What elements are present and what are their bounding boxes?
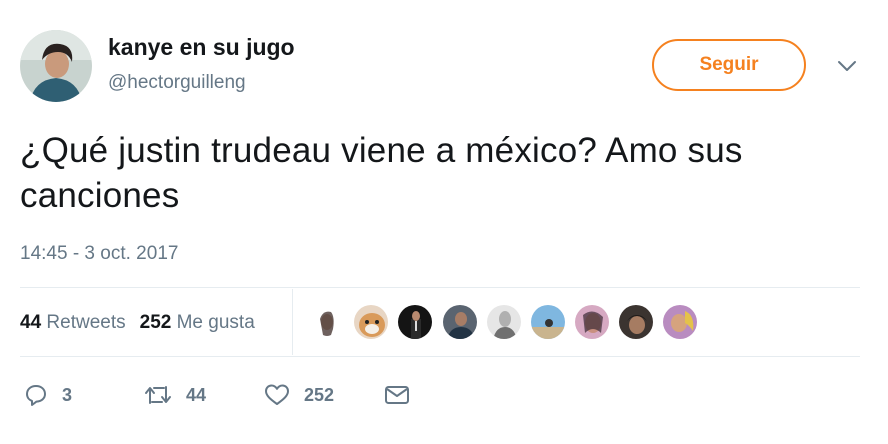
tweet-stats: 44 Retweets 252 Me gusta	[20, 312, 255, 334]
retweet-button[interactable]: 44	[144, 380, 206, 410]
liker-avatar[interactable]	[308, 304, 344, 340]
retweets-stat[interactable]: 44 Retweets	[20, 312, 126, 333]
liker-avatar[interactable]	[442, 304, 478, 340]
tweet-timestamp[interactable]: 14:45 - 3 oct. 2017	[20, 243, 178, 265]
avatar[interactable]	[20, 30, 92, 102]
heart-icon	[265, 384, 289, 405]
user-handle[interactable]: @hectorguilleng	[108, 72, 246, 94]
liker-avatar[interactable]	[662, 304, 698, 340]
direct-message-button[interactable]	[384, 380, 410, 410]
follow-button[interactable]: Seguir	[652, 39, 806, 91]
liker-avatar[interactable]	[574, 304, 610, 340]
divider-top	[20, 287, 860, 288]
liker-avatar[interactable]	[530, 304, 566, 340]
chevron-down-icon[interactable]	[834, 56, 860, 76]
likes-count: 252	[139, 312, 172, 333]
retweet-count: 44	[186, 384, 207, 405]
retweets-count: 44	[20, 312, 42, 333]
likes-label: Me gusta	[176, 312, 255, 333]
message-icon	[385, 386, 409, 404]
like-count: 252	[304, 384, 335, 405]
retweets-label: Retweets	[46, 312, 126, 333]
tweet-text: ¿Qué justin trudeau viene a méxico? Amo …	[20, 131, 743, 215]
liker-avatar[interactable]	[486, 304, 522, 340]
reply-count: 3	[62, 384, 73, 405]
liker-avatar[interactable]	[397, 304, 433, 340]
display-name[interactable]: kanye en su jugo	[108, 34, 295, 61]
reply-icon	[26, 385, 46, 406]
like-button[interactable]: 252	[264, 380, 334, 410]
likes-stat[interactable]: 252 Me gusta	[140, 312, 255, 333]
stats-divider	[292, 289, 293, 355]
liker-avatar[interactable]	[618, 304, 654, 340]
divider-bottom	[20, 356, 860, 357]
liker-avatar[interactable]	[353, 304, 389, 340]
retweet-icon	[145, 386, 171, 404]
reply-button[interactable]: 3	[24, 380, 72, 410]
